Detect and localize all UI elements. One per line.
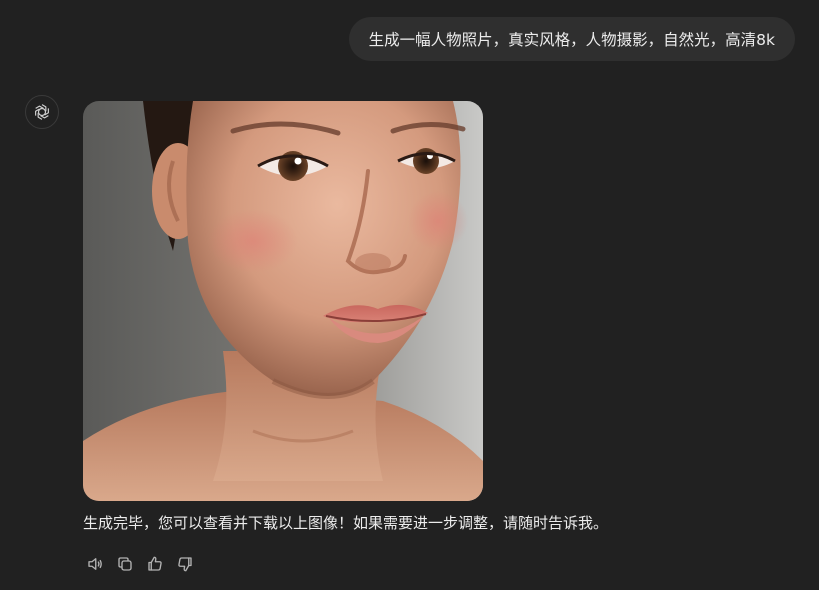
generated-portrait-image[interactable]: [83, 101, 483, 501]
openai-logo-icon: [35, 104, 49, 120]
assistant-response-text: 生成完毕，您可以查看并下载以上图像！如果需要进一步调整，请随时告诉我。: [83, 514, 609, 532]
portrait-illustration: [83, 101, 483, 501]
thumbs-up-button[interactable]: [143, 552, 167, 576]
copy-icon: [118, 557, 132, 571]
thumbs-down-icon: [178, 557, 192, 572]
assistant-avatar: [25, 95, 59, 129]
chat-page: 生成一幅人物照片，真实风格，人物摄影，自然光，高清8k 生成完毕，您可以查看并下…: [0, 0, 819, 590]
message-action-bar: [83, 552, 197, 576]
copy-button[interactable]: [113, 552, 137, 576]
user-message-bubble: 生成一幅人物照片，真实风格，人物摄影，自然光，高清8k: [348, 17, 795, 61]
user-message-text: 生成一幅人物照片，真实风格，人物摄影，自然光，高清8k: [368, 31, 775, 49]
read-aloud-button[interactable]: [83, 552, 107, 576]
thumbs-up-icon: [148, 556, 162, 571]
thumbs-down-button[interactable]: [173, 552, 197, 576]
speaker-icon: [88, 558, 102, 570]
